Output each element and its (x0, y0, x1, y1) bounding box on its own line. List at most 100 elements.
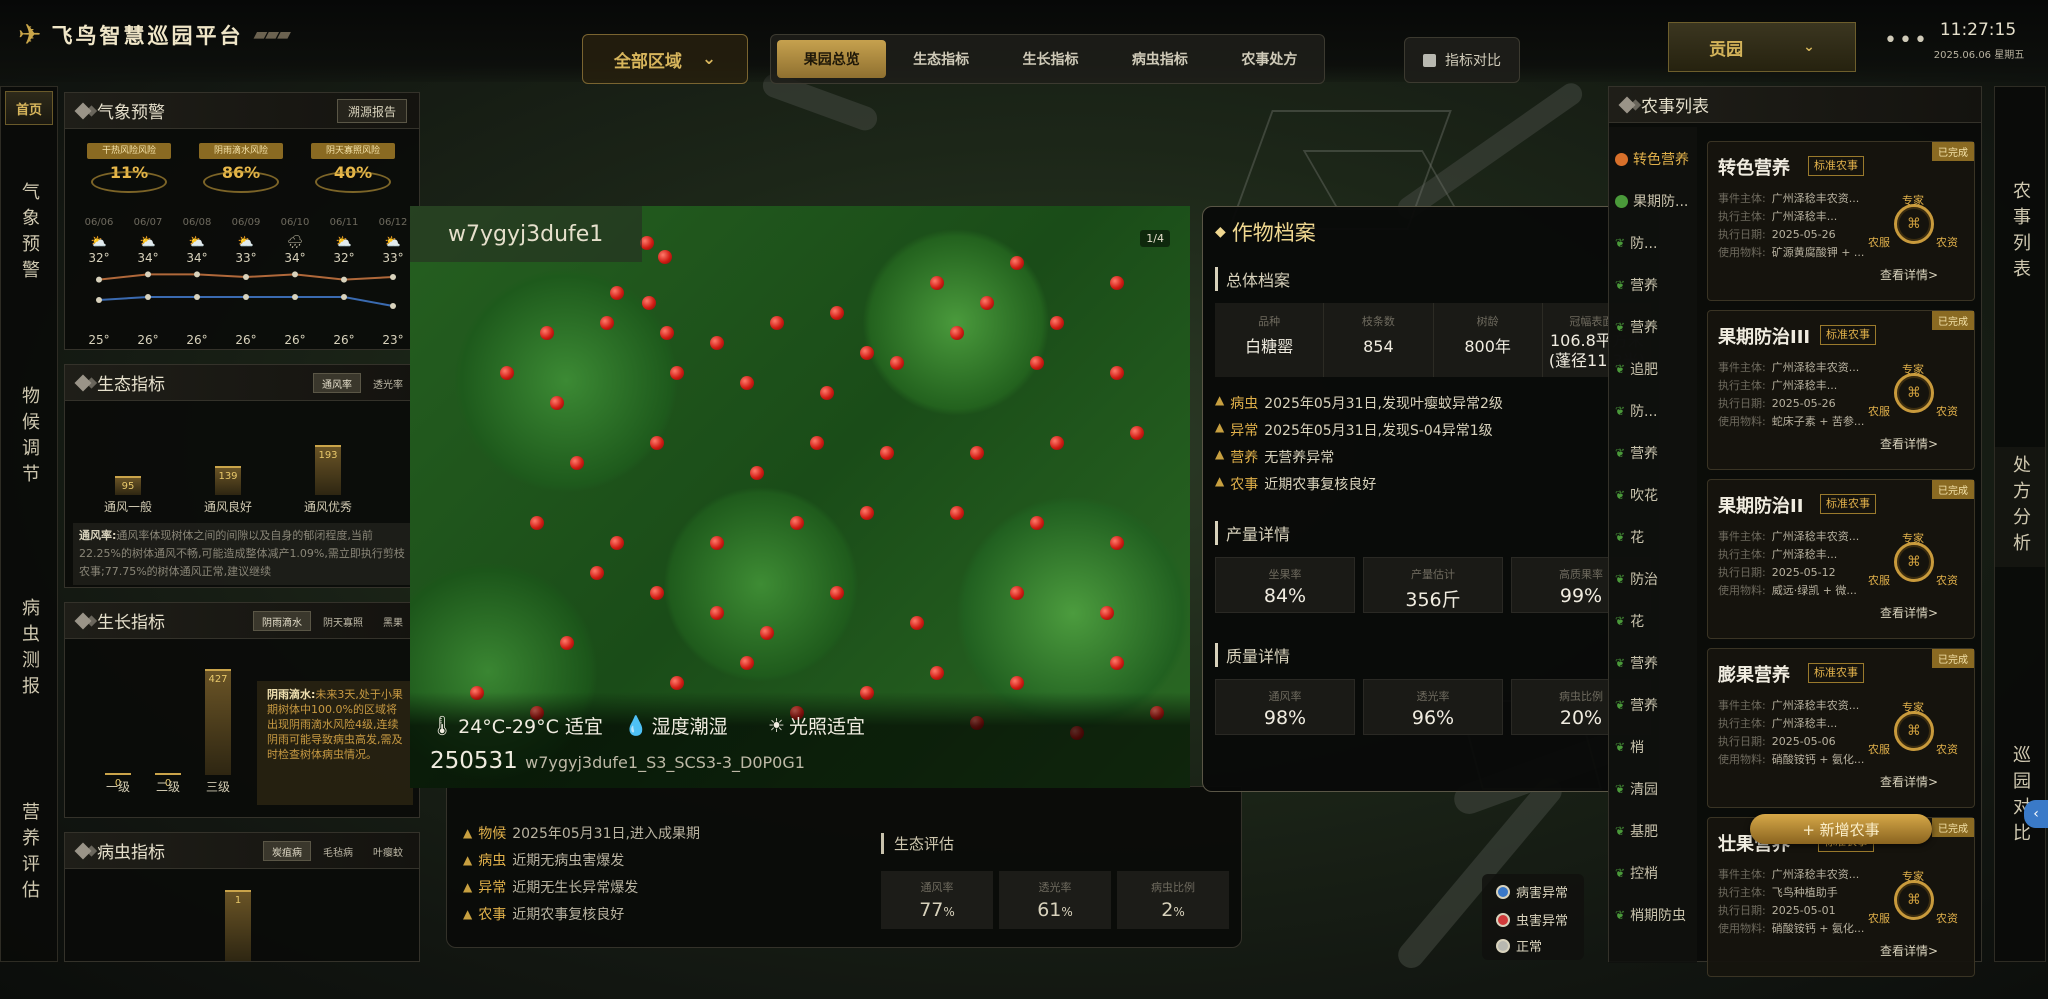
rail-patrol-compare[interactable]: 巡园对比 (1995, 737, 2045, 857)
farm-category-item[interactable]: ❦ 防... (1615, 233, 1657, 253)
yield-fruit-set: 坐果率 84% (1215, 557, 1355, 613)
view-details-link[interactable]: 查看详情> (1880, 773, 1938, 790)
leaf-icon: ▲ (463, 880, 473, 894)
farm-category-item[interactable]: 果期防... (1615, 191, 1688, 211)
warning-rain-drip: 阴雨滴水风险 86% (199, 143, 283, 193)
photo-footer: 🌡 24°C-29°C 适宜 💧 湿度潮湿 ☀ 光照适宜 250531 w7ygyj3… (410, 692, 1190, 788)
seal-farm-label: 农服 (1868, 743, 1890, 756)
card-detail-value: 2025-05-01 (1771, 904, 1836, 917)
low-temp-point (341, 294, 347, 300)
seal-resource-label: 农资 (1936, 574, 1958, 587)
farm-category-item[interactable]: ❦ 基肥 (1615, 821, 1658, 841)
archive-abnormal-line: ▲ 异常 2025年05月31日,发现S-04异常1级 (1215, 420, 1493, 439)
farm-category-item[interactable]: ❦ 梢 (1615, 737, 1644, 757)
farm-category-item[interactable]: ❦ 控梢 (1615, 863, 1658, 883)
low-temp-point (194, 294, 200, 300)
tab-eco-index[interactable]: 生态指标 (886, 40, 995, 78)
tab-anthracnose[interactable]: 炭疽病 (263, 841, 311, 861)
low-temp-point (390, 303, 396, 309)
tab-orchard-overview[interactable]: 果园总览 (777, 40, 887, 78)
card-detail-rows: 事件主体: 广州泽稔丰农资... 执行主体: 飞鸟种植助手 执行日期: 2025-05-0… (1718, 866, 1864, 938)
farm-category-item[interactable]: ❦ 营养 (1615, 443, 1658, 463)
farm-category-item[interactable]: ❦ 营养 (1615, 275, 1658, 295)
farm-category-item[interactable]: ❦ 营养 (1615, 317, 1658, 337)
eco-assessment-title: 生态评估 (881, 833, 954, 854)
farm-work-card[interactable]: 已完成 果期防治II 标准农事 事件主体: 广州泽稔丰农资... 执行主体: 广州泽稔丰..… (1707, 479, 1975, 639)
growth-bar-label: 三级 (205, 780, 230, 794)
trace-report-button[interactable]: 溯源报告 (336, 99, 407, 123)
card-detail-row: 执行主体: 广州泽稔丰... (1718, 715, 1864, 733)
lychee-fruit-icon (930, 666, 944, 680)
farm-category-item[interactable]: ❦ 追肥 (1615, 359, 1658, 379)
view-details-link[interactable]: 查看详情> (1880, 942, 1938, 959)
farm-category-item[interactable]: ❦ 花 (1615, 527, 1644, 547)
orchard-select[interactable]: 贡园 ⌄ (1668, 22, 1856, 72)
rail-nutrition[interactable]: 营养评估 (1, 799, 57, 909)
farm-category-item[interactable]: ❦ 营养 (1615, 695, 1658, 715)
tab-growth-index[interactable]: 生长指标 (996, 40, 1105, 78)
overview-grid: 品种 白糖罂 枝条数 854 树龄 800年 冠幅表面积 106.8平方米 (蓬径11.3… (1215, 303, 1651, 377)
legend-dot-icon (1496, 884, 1510, 899)
rail-weather-warning[interactable]: 气象预警 (1, 179, 57, 289)
farm-category-item[interactable]: ❦ 防... (1615, 401, 1657, 421)
farm-category-item[interactable]: 转色营养 (1615, 149, 1689, 169)
tab-pest-index[interactable]: 病虫指标 (1105, 40, 1214, 78)
card-detail-row: 执行主体: 飞鸟种植助手 (1718, 884, 1864, 902)
ventilation-note-key: 通风率: (79, 529, 117, 542)
leaf-icon: ❦ (1615, 824, 1626, 838)
view-details-link[interactable]: 查看详情> (1880, 604, 1938, 621)
fruit-icon (1615, 194, 1628, 208)
farm-work-card[interactable]: 已完成 果期防治III 标准农事 事件主体: 广州泽稔丰农资... 执行主体: 广州泽稔丰.… (1707, 310, 1975, 470)
card-detail-row: 使用物料: 硝酸铵钙 + 氨化... (1718, 751, 1864, 769)
card-detail-value: 蛇床子素 + 苦参... (1771, 415, 1865, 428)
growth-bar-value: 427 (208, 674, 228, 685)
tree-photo-viewer[interactable]: w7ygyj3dufe1 1/4 🌡 24°C-29°C 适宜 💧 湿度潮湿 ☀ 光照… (410, 206, 1190, 788)
more-menu-icon[interactable]: ••• (1884, 28, 1929, 53)
tab-leaf-gall-midge[interactable]: 叶瘿蚊 (365, 841, 411, 861)
overview-section-title: 总体档案 (1215, 267, 1290, 291)
rail-pest-forecast[interactable]: 病虫测报 (1, 595, 57, 705)
rain-drip-tip: 阴雨滴水:未来3天,处于小果期树体中100.0%的区域将出现阴雨滴水风险4级,连… (257, 681, 413, 805)
farm-category-item[interactable]: ❦ 吹花 (1615, 485, 1658, 505)
farm-category-item[interactable]: ❦ 梢期防虫 (1615, 905, 1686, 925)
legend-disease: 病害异常 (1496, 882, 1568, 901)
tab-rain-drip[interactable]: 阴雨滴水 (253, 611, 311, 631)
farm-category-item[interactable]: ❦ 花 (1615, 611, 1644, 631)
left-rail: 首页 气象预警 物候调节 病虫测报 营养评估 (0, 86, 58, 962)
farm-work-card[interactable]: 已完成 转色营养 标准农事 事件主体: 广州泽稔丰农资... 执行主体: 广州泽稔丰... 执… (1707, 141, 1975, 301)
app-logo: ✈ 飞鸟智慧巡园平台 ▰▰▰ (18, 18, 291, 51)
tab-farm-prescription[interactable]: 农事处方 (1215, 40, 1324, 78)
growth-bar (155, 773, 181, 775)
view-details-link[interactable]: 查看详情> (1880, 435, 1938, 452)
region-select[interactable]: 全部区域 ⌄ (582, 34, 748, 84)
home-button[interactable]: 首页 (5, 91, 53, 125)
leaf-icon: ▲ (1215, 447, 1225, 461)
pest-panel: 病虫指标 炭疽病 毛毡病 叶瘿蚊 1 (64, 832, 420, 962)
tab-ventilation[interactable]: 通风率 (313, 373, 361, 393)
tab-light-transmission[interactable]: 透光率 (365, 373, 411, 393)
farm-category-item[interactable]: ❦ 营养 (1615, 653, 1658, 673)
high-temp-point (96, 276, 102, 283)
rail-farm-list[interactable]: 农事列表 (1995, 173, 2045, 293)
view-details-link[interactable]: 查看详情> (1880, 266, 1938, 283)
leaf-icon: ❦ (1615, 572, 1626, 586)
rail-prescription-analysis[interactable]: 处方分析 (1995, 447, 2045, 567)
lychee-fruit-icon (930, 276, 944, 290)
index-compare-toggle[interactable]: 指标对比 (1404, 37, 1520, 83)
card-detail-key: 事件主体: (1718, 361, 1766, 374)
add-farm-work-button[interactable]: + 新增农事 (1750, 814, 1932, 844)
tab-black-fruit[interactable]: 黑果 (375, 611, 411, 631)
forecast-high: 34° (284, 251, 306, 265)
collapse-arrow-icon[interactable]: ‹ (2024, 800, 2048, 828)
expert-seal-icon: ⌘ (1894, 711, 1934, 751)
farm-category-item[interactable]: ❦ 清园 (1615, 779, 1658, 799)
farm-category-item[interactable]: ❦ 防治 (1615, 569, 1658, 589)
tab-felt-disease[interactable]: 毛毡病 (315, 841, 361, 861)
farm-work-card[interactable]: 已完成 膨果营养 标准农事 事件主体: 广州泽稔丰农资... 执行主体: 广州泽稔丰... 执… (1707, 648, 1975, 808)
rail-phenology[interactable]: 物候调节 (1, 383, 57, 493)
tab-low-light[interactable]: 阴天寡照 (315, 611, 371, 631)
farm-category-label: 营养 (1630, 656, 1659, 672)
growth-subtabs: 阴雨滴水 阴天寡照 黑果 (253, 611, 411, 631)
farm-category-label: 营养 (1630, 320, 1659, 336)
leaf-icon: ❦ (1615, 404, 1626, 418)
